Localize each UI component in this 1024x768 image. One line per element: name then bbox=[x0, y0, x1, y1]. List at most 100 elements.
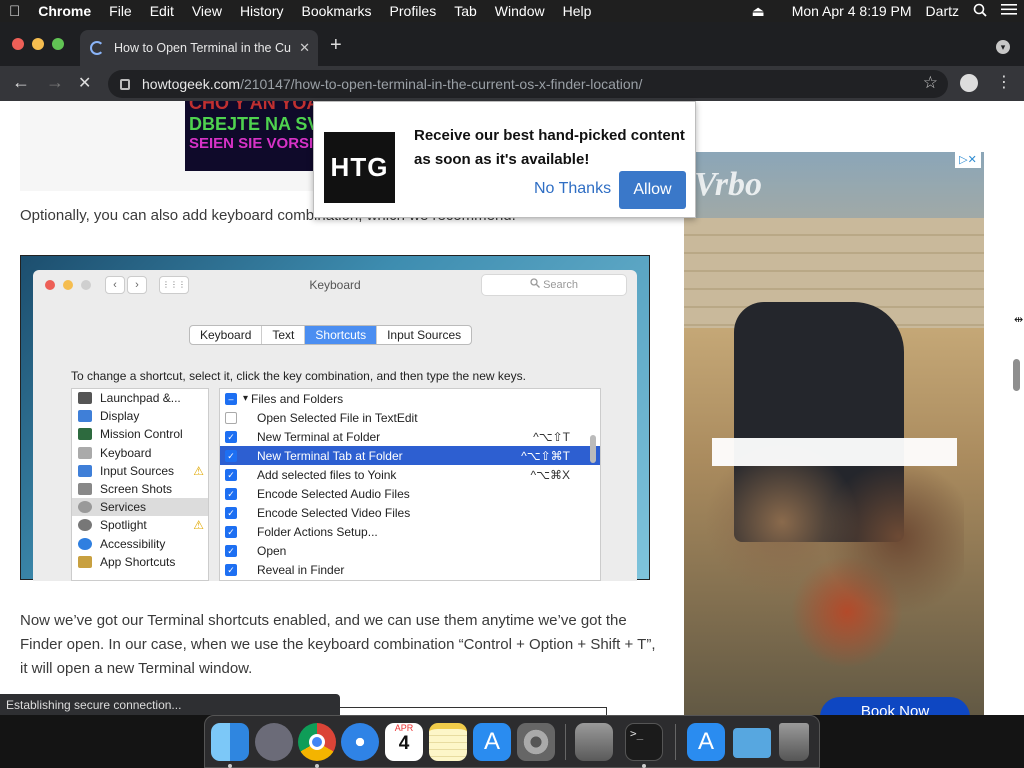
launchpad-icon[interactable] bbox=[255, 723, 293, 761]
sidebar-ad[interactable]: Vrbo ▷✕ Book Now bbox=[684, 152, 984, 715]
display-icon bbox=[78, 410, 92, 423]
system-preferences-icon[interactable] bbox=[517, 723, 555, 761]
trash-icon[interactable] bbox=[779, 723, 809, 761]
kb-shortcut-row: ✓ Folder Actions Setup... bbox=[220, 522, 600, 541]
list-icon[interactable] bbox=[994, 3, 1024, 19]
kb-category-item: Spotlight ⚠ bbox=[72, 516, 208, 534]
kb-instruction: To change a shortcut, select it, click t… bbox=[71, 369, 526, 383]
menu-history[interactable]: History bbox=[231, 3, 293, 19]
kb-shortcut-row-selected: ✓ New Terminal Tab at Folder ^⌥⇧⌘T bbox=[220, 446, 600, 465]
loading-spinner-icon bbox=[90, 41, 104, 55]
kb-shortcut-label: Encode Selected Video Files bbox=[257, 505, 411, 520]
search-icon[interactable] bbox=[966, 3, 994, 20]
input-sources-icon bbox=[78, 464, 92, 477]
scrollbar-thumb[interactable] bbox=[1013, 359, 1020, 391]
stop-loading-button[interactable]: ✕ bbox=[78, 73, 91, 93]
menu-profiles[interactable]: Profiles bbox=[381, 3, 446, 19]
kb-shortcut-row: ✓ Add selected files to Yoink ^⌥⌘X bbox=[220, 465, 600, 484]
kb-category-item: Input Sources ⚠ bbox=[72, 462, 208, 480]
calendar-day: 4 bbox=[398, 733, 410, 754]
menu-file[interactable]: File bbox=[100, 3, 141, 19]
chrome-menu-button[interactable]: ⋮ bbox=[996, 72, 1012, 92]
ad-choices-icon[interactable]: ▷✕ bbox=[955, 152, 981, 168]
ad-image[interactable]: CHO Y AN YOAN DBEJTE NA SV SEIEN SIE VOR… bbox=[185, 101, 320, 171]
kb-tab-shortcuts: Shortcuts bbox=[305, 326, 378, 344]
notes-icon[interactable] bbox=[429, 723, 467, 761]
kb-tab-keyboard: Keyboard bbox=[190, 326, 263, 344]
ad-search-field[interactable] bbox=[712, 438, 957, 466]
kb-tab-input-sources: Input Sources bbox=[387, 328, 462, 342]
menu-help[interactable]: Help bbox=[554, 3, 601, 19]
kb-shortcut-label: Add selected files to Yoink bbox=[257, 467, 397, 482]
spotlight-icon bbox=[78, 519, 92, 532]
tab-search-icon[interactable]: ▾ bbox=[996, 40, 1010, 54]
terminal-icon[interactable]: >_ bbox=[625, 723, 663, 761]
keyboard-icon bbox=[78, 446, 92, 459]
paragraph-terminal-shortcuts: Now we’ve got our Terminal shortcuts ena… bbox=[20, 612, 656, 677]
bookmark-star-icon[interactable]: ☆ bbox=[923, 73, 938, 93]
back-button[interactable]: ← bbox=[12, 72, 30, 93]
app-store-download-icon[interactable]: A bbox=[687, 723, 725, 761]
kb-search-field: Search bbox=[481, 274, 627, 296]
close-window-button[interactable] bbox=[12, 38, 24, 50]
kb-shortcut-label: Files and Folders bbox=[251, 391, 344, 406]
menu-tab[interactable]: Tab bbox=[445, 3, 486, 19]
running-indicator bbox=[642, 764, 646, 768]
checkbox-checked-icon: ✓ bbox=[225, 544, 237, 557]
chrome-center-icon bbox=[309, 734, 325, 750]
accessibility-icon bbox=[78, 537, 92, 550]
tab-close-icon[interactable]: ✕ bbox=[299, 40, 310, 56]
menu-bar:  Chrome File Edit View History Bookmark… bbox=[0, 0, 1024, 22]
kb-shortcut-list: – ▾ Files and Folders Open Selected File i… bbox=[219, 388, 601, 581]
eject-icon[interactable]: ⏏ bbox=[744, 3, 771, 20]
menu-app-name[interactable]: Chrome bbox=[29, 3, 100, 19]
kb-category-list: Launchpad &... Display Mission Control K… bbox=[71, 388, 209, 581]
tab-title: How to Open Terminal in the Cu bbox=[114, 41, 291, 55]
utility-icon[interactable] bbox=[575, 723, 613, 761]
safari-icon[interactable] bbox=[341, 723, 379, 761]
tab-active[interactable]: How to Open Terminal in the Cu ✕ bbox=[80, 30, 318, 66]
menu-clock[interactable]: Mon Apr 4 8:19 PM bbox=[772, 3, 919, 19]
menu-edit[interactable]: Edit bbox=[141, 3, 183, 19]
allow-button[interactable]: Allow bbox=[619, 171, 686, 209]
menu-view[interactable]: View bbox=[183, 3, 231, 19]
kb-shortcut-keys: ^⌥⇧T bbox=[533, 429, 570, 444]
new-tab-button[interactable]: + bbox=[330, 34, 342, 57]
minimize-window-button[interactable] bbox=[32, 38, 44, 50]
apple-icon[interactable]:  bbox=[0, 3, 29, 20]
menu-user[interactable]: Dartz bbox=[919, 3, 966, 19]
page-scrollbar[interactable] bbox=[1009, 101, 1024, 715]
address-bar[interactable]: howtogeek.com /210147/how-to-open-termin… bbox=[108, 70, 948, 98]
finder-icon[interactable] bbox=[211, 723, 249, 761]
kb-category-item: Accessibility bbox=[72, 535, 208, 553]
kb-category-item: Display bbox=[72, 407, 208, 425]
forward-button[interactable]: → bbox=[46, 72, 64, 93]
app-shortcuts-icon bbox=[78, 555, 92, 568]
checkbox-checked-icon: ✓ bbox=[225, 525, 237, 538]
kb-category-label: Display bbox=[100, 409, 140, 424]
mission-control-icon bbox=[78, 428, 92, 441]
kb-search-placeholder: Search bbox=[543, 279, 578, 291]
app-store-icon[interactable]: A bbox=[473, 723, 511, 761]
checkbox-checked-icon: ✓ bbox=[225, 563, 237, 576]
lock-icon[interactable] bbox=[120, 78, 130, 90]
zoom-window-button[interactable] bbox=[52, 38, 64, 50]
kb-tabs: Keyboard Text Shortcuts Input Sources bbox=[189, 325, 473, 345]
kb-category-item: Mission Control bbox=[72, 425, 208, 443]
menu-bookmarks[interactable]: Bookmarks bbox=[293, 3, 381, 19]
profile-avatar-icon[interactable] bbox=[960, 74, 978, 92]
no-thanks-button[interactable]: No Thanks bbox=[534, 180, 611, 198]
calendar-icon[interactable]: APR 4 bbox=[385, 723, 423, 761]
book-now-button[interactable]: Book Now bbox=[820, 697, 970, 715]
kb-category-item: Keyboard bbox=[72, 444, 208, 462]
kb-category-label: Mission Control bbox=[100, 427, 183, 442]
ad-line-1: CHO Y AN YOAN bbox=[189, 101, 320, 113]
launchpad-icon bbox=[78, 392, 92, 405]
warning-icon: ⚠ bbox=[193, 518, 204, 533]
kb-shortcut-keys: ^⌥⇧⌘T bbox=[521, 448, 570, 463]
calendar-month: APR bbox=[394, 723, 414, 733]
menu-window[interactable]: Window bbox=[486, 3, 554, 19]
chrome-icon[interactable] bbox=[298, 723, 336, 761]
keyboard-screenshot: ‹ › ⋮⋮⋮ Keyboard Search Keyboard Text Sh… bbox=[20, 255, 650, 581]
downloads-folder-icon[interactable] bbox=[733, 728, 771, 758]
